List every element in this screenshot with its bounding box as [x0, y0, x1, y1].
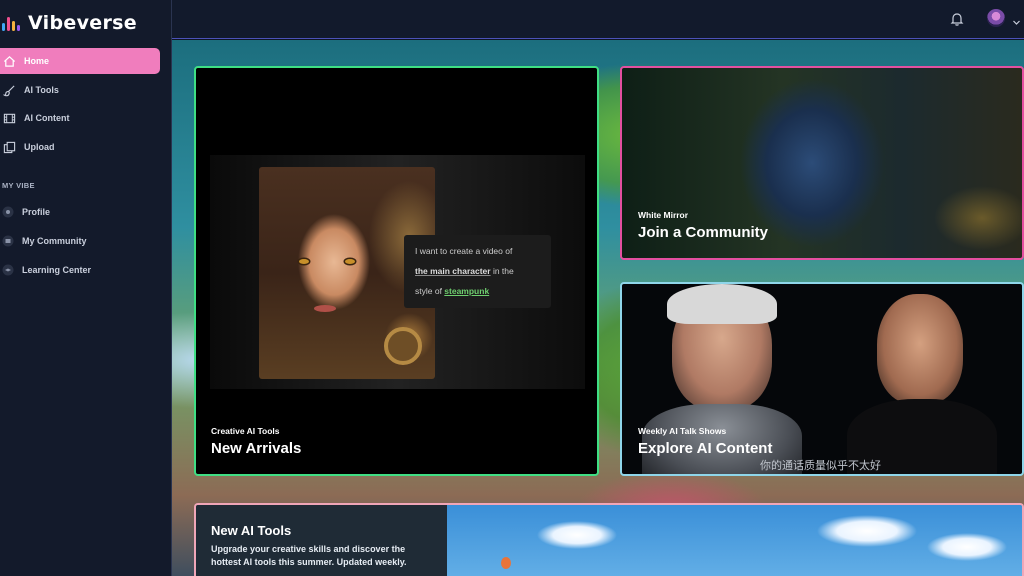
portrait-eye: [345, 259, 355, 264]
join-community-card[interactable]: White Mirror Join a Community: [620, 66, 1024, 260]
portrait-eye: [299, 259, 309, 264]
sidebar-item-label: Home: [24, 56, 50, 66]
gear-icon: [384, 327, 422, 365]
card-description: Upgrade your creative skills and discove…: [211, 544, 407, 567]
talk-show-person-right: [877, 294, 963, 404]
portrait-lips: [314, 305, 336, 312]
sidebar-item-learning-center[interactable]: Learning Center: [0, 257, 160, 283]
sidebar-item-upload[interactable]: Upload: [0, 134, 160, 160]
bell-icon[interactable]: [949, 11, 965, 27]
card-title: Join a Community: [638, 224, 769, 241]
sidebar-item-ai-content[interactable]: AI Content: [0, 105, 160, 131]
sidebar: Vibeverse Home AI Tools AI Content Uploa…: [0, 0, 172, 576]
prompt-highlight-character: the main character: [415, 266, 491, 276]
profile-icon: [2, 206, 14, 218]
new-arrivals-card[interactable]: I want to create a video of the main cha…: [194, 66, 599, 476]
sidebar-item-label: Upload: [24, 142, 55, 152]
logo-mark-icon: [2, 12, 22, 34]
sidebar-item-profile[interactable]: Profile: [0, 199, 160, 225]
copy-icon: [2, 140, 16, 154]
prompt-bubble: I want to create a video of the main cha…: [404, 235, 551, 308]
prompt-after-1: in the: [490, 266, 514, 276]
sidebar-item-home[interactable]: Home: [0, 48, 160, 74]
card-title: New Arrivals: [211, 440, 302, 457]
card-eyebrow: Creative AI Tools: [211, 426, 280, 436]
home-icon: [2, 54, 16, 68]
sky-image: [447, 505, 1022, 576]
new-ai-tools-card[interactable]: New AI Tools Upgrade your creative skill…: [194, 503, 1024, 576]
card-title: Explore AI Content: [638, 440, 773, 457]
prompt-highlight-style: steampunk: [444, 286, 490, 296]
sidebar-item-label: Profile: [22, 207, 51, 217]
avatar[interactable]: [987, 9, 1005, 27]
chevron-down-icon[interactable]: [1012, 14, 1021, 25]
prompt-line-2: the main character in the: [415, 266, 514, 276]
sidebar-item-my-community[interactable]: My Community: [0, 228, 160, 254]
video-subtitle: 你的通话质量似乎不太好: [760, 459, 881, 472]
community-icon: [2, 235, 14, 247]
brush-icon: [2, 83, 16, 97]
card-eyebrow: White Mirror: [638, 210, 689, 220]
section-label-my-vibe: MY VIBE: [2, 181, 35, 190]
prompt-line-1: I want to create a video of: [415, 246, 513, 256]
app-name: Vibeverse: [28, 12, 137, 34]
prompt-before-2: style of: [415, 286, 445, 296]
sidebar-item-label: My Community: [22, 236, 87, 246]
sidebar-item-label: AI Content: [24, 113, 70, 123]
talk-show-person-hair: [667, 284, 777, 324]
sidebar-item-ai-tools[interactable]: AI Tools: [0, 77, 160, 103]
explore-ai-content-card[interactable]: 你的通话质量似乎不太好 Weekly AI Talk Shows Explore…: [620, 282, 1024, 476]
logo[interactable]: Vibeverse: [2, 10, 137, 36]
card-eyebrow: Weekly AI Talk Shows: [638, 426, 727, 436]
sidebar-item-label: Learning Center: [22, 265, 92, 275]
sidebar-item-label: AI Tools: [24, 85, 59, 95]
learning-icon: [2, 264, 14, 276]
card-title: New AI Tools: [211, 523, 292, 538]
film-icon: [2, 111, 16, 125]
tools-text-panel: New AI Tools Upgrade your creative skill…: [196, 505, 447, 576]
topbar: [172, 0, 1024, 39]
prompt-line-3: style of steampunk: [415, 286, 489, 296]
balloon-icon: [501, 557, 511, 569]
